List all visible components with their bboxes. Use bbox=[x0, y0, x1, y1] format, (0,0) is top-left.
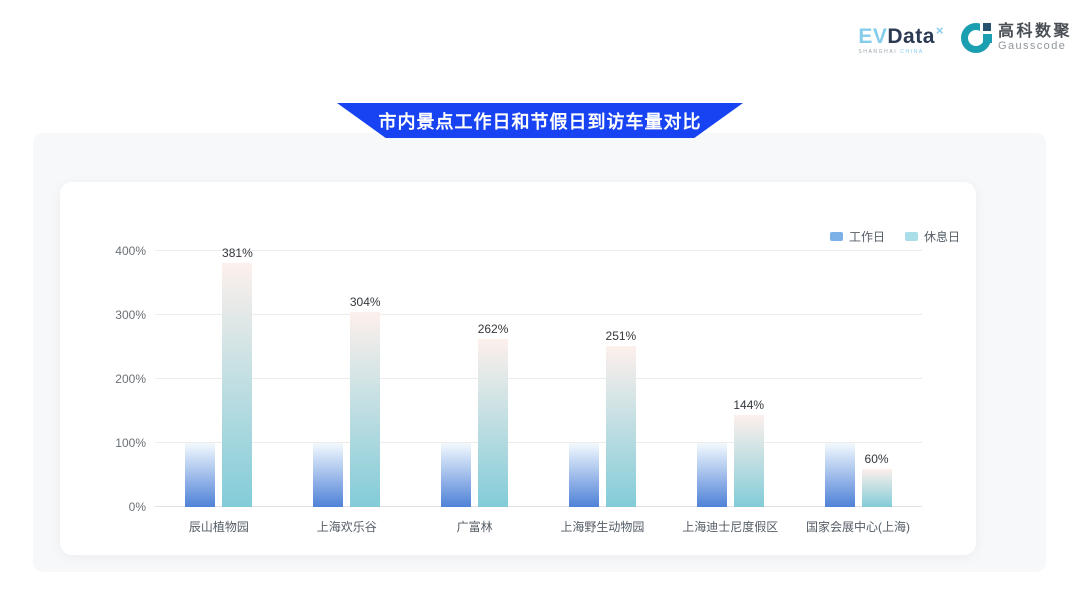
y-tick-label: 0% bbox=[129, 500, 146, 514]
bar-value-label: 304% bbox=[350, 295, 381, 309]
y-tick-label: 400% bbox=[115, 244, 146, 258]
bar-restday[interactable] bbox=[862, 469, 892, 507]
chart-legend: 工作日 休息日 bbox=[830, 228, 960, 245]
g-navy-square bbox=[983, 23, 991, 31]
bar-value-label: 60% bbox=[865, 452, 889, 466]
bar-value-label: 262% bbox=[478, 322, 509, 336]
report-page: EVData× SHANGHAI CHINA 高科数聚 Gausscode 市内… bbox=[0, 0, 1080, 608]
bar-groups: 381% 304% 262% 251% 144% 60% bbox=[155, 251, 922, 507]
y-axis: 0%100%200%300%400% bbox=[60, 251, 146, 507]
bar-value-label: 144% bbox=[733, 398, 764, 412]
gausscode-wordmark: 高科数聚 Gausscode bbox=[998, 23, 1072, 52]
legend-label: 工作日 bbox=[849, 228, 885, 245]
y-tick-label: 200% bbox=[115, 372, 146, 386]
bar-column: 262% bbox=[478, 339, 508, 507]
bar-column: 381% bbox=[222, 263, 252, 507]
chart-card: 工作日 休息日 0% 100% 200% 300% 400% 381% 304% 262% 25… bbox=[60, 182, 976, 555]
evdata-wordmark: EVData× bbox=[858, 20, 944, 47]
bar-column bbox=[313, 443, 343, 507]
bar-workday[interactable] bbox=[825, 443, 855, 507]
evdata-data-text: Data bbox=[887, 25, 935, 48]
bar-group: 60% bbox=[794, 251, 922, 507]
bar-restday[interactable] bbox=[734, 415, 764, 507]
evdata-logo: EVData× SHANGHAI CHINA bbox=[858, 20, 944, 55]
bar-column bbox=[825, 443, 855, 507]
bar-restday[interactable] bbox=[478, 339, 508, 507]
bar-value-label: 251% bbox=[606, 329, 637, 343]
x-axis-labels: 辰山植物园上海欢乐谷广富林上海野生动物园上海迪士尼度假区国家会展中心(上海) bbox=[155, 514, 922, 535]
bar-workday[interactable] bbox=[185, 443, 215, 507]
bar-group: 381% bbox=[155, 251, 283, 507]
x-category-label: 上海野生动物园 bbox=[538, 514, 666, 535]
x-category-label: 广富林 bbox=[411, 514, 539, 535]
bar-workday[interactable] bbox=[441, 443, 471, 507]
title-banner: 市内景点工作日和节假日到访车量对比 bbox=[337, 103, 743, 138]
legend-swatch bbox=[830, 232, 843, 241]
bar-column: 60% bbox=[862, 469, 892, 507]
legend-item-restday[interactable]: 休息日 bbox=[905, 228, 960, 245]
bar-group: 304% bbox=[283, 251, 411, 507]
evdata-sub-left: SHANGHAI bbox=[858, 49, 897, 55]
y-tick-label: 100% bbox=[115, 436, 146, 450]
bar-column: 304% bbox=[350, 312, 380, 507]
x-category-label: 辰山植物园 bbox=[155, 514, 283, 535]
evdata-sub-right: CHINA bbox=[900, 49, 924, 55]
y-tick-label: 300% bbox=[115, 308, 146, 322]
bar-restday[interactable] bbox=[350, 312, 380, 507]
bar-value-label: 381% bbox=[222, 246, 253, 260]
bar-workday[interactable] bbox=[569, 443, 599, 507]
bar-column bbox=[697, 443, 727, 507]
x-category-label: 上海迪士尼度假区 bbox=[666, 514, 794, 535]
bar-column bbox=[441, 443, 471, 507]
legend-item-workday[interactable]: 工作日 bbox=[830, 228, 885, 245]
bar-workday[interactable] bbox=[313, 443, 343, 507]
bar-column bbox=[185, 443, 215, 507]
content-panel: 工作日 休息日 0% 100% 200% 300% 400% 381% 304% 262% 25… bbox=[33, 133, 1046, 572]
gausscode-logo: 高科数聚 Gausscode bbox=[960, 22, 1072, 54]
bar-restday[interactable] bbox=[606, 346, 636, 507]
evdata-ev-text: EV bbox=[858, 25, 887, 48]
g-teal-square bbox=[983, 34, 992, 43]
legend-swatch bbox=[905, 232, 918, 241]
gausscode-cn-text: 高科数聚 bbox=[998, 23, 1072, 40]
evdata-x-mark: × bbox=[936, 23, 944, 38]
bar-group: 251% bbox=[538, 251, 666, 507]
evdata-subtitle: SHANGHAI CHINA bbox=[858, 49, 944, 55]
bar-column: 251% bbox=[606, 346, 636, 507]
x-category-label: 国家会展中心(上海) bbox=[794, 514, 922, 535]
bar-group: 262% bbox=[411, 251, 539, 507]
banner-ribbon: 市内景点工作日和节假日到访车量对比 bbox=[337, 103, 743, 138]
page-title: 市内景点工作日和节假日到访车量对比 bbox=[379, 108, 702, 134]
bar-workday[interactable] bbox=[697, 443, 727, 507]
plot-area: 381% 304% 262% 251% 144% 60% bbox=[155, 251, 922, 507]
bar-group: 144% bbox=[666, 251, 794, 507]
legend-label: 休息日 bbox=[924, 228, 960, 245]
header-logos: EVData× SHANGHAI CHINA 高科数聚 Gausscode bbox=[858, 20, 1072, 55]
bar-column bbox=[569, 443, 599, 507]
bar-restday[interactable] bbox=[222, 263, 252, 507]
gausscode-g-icon bbox=[960, 22, 992, 54]
x-category-label: 上海欢乐谷 bbox=[283, 514, 411, 535]
gausscode-en-text: Gausscode bbox=[998, 40, 1072, 52]
bar-column: 144% bbox=[734, 415, 764, 507]
